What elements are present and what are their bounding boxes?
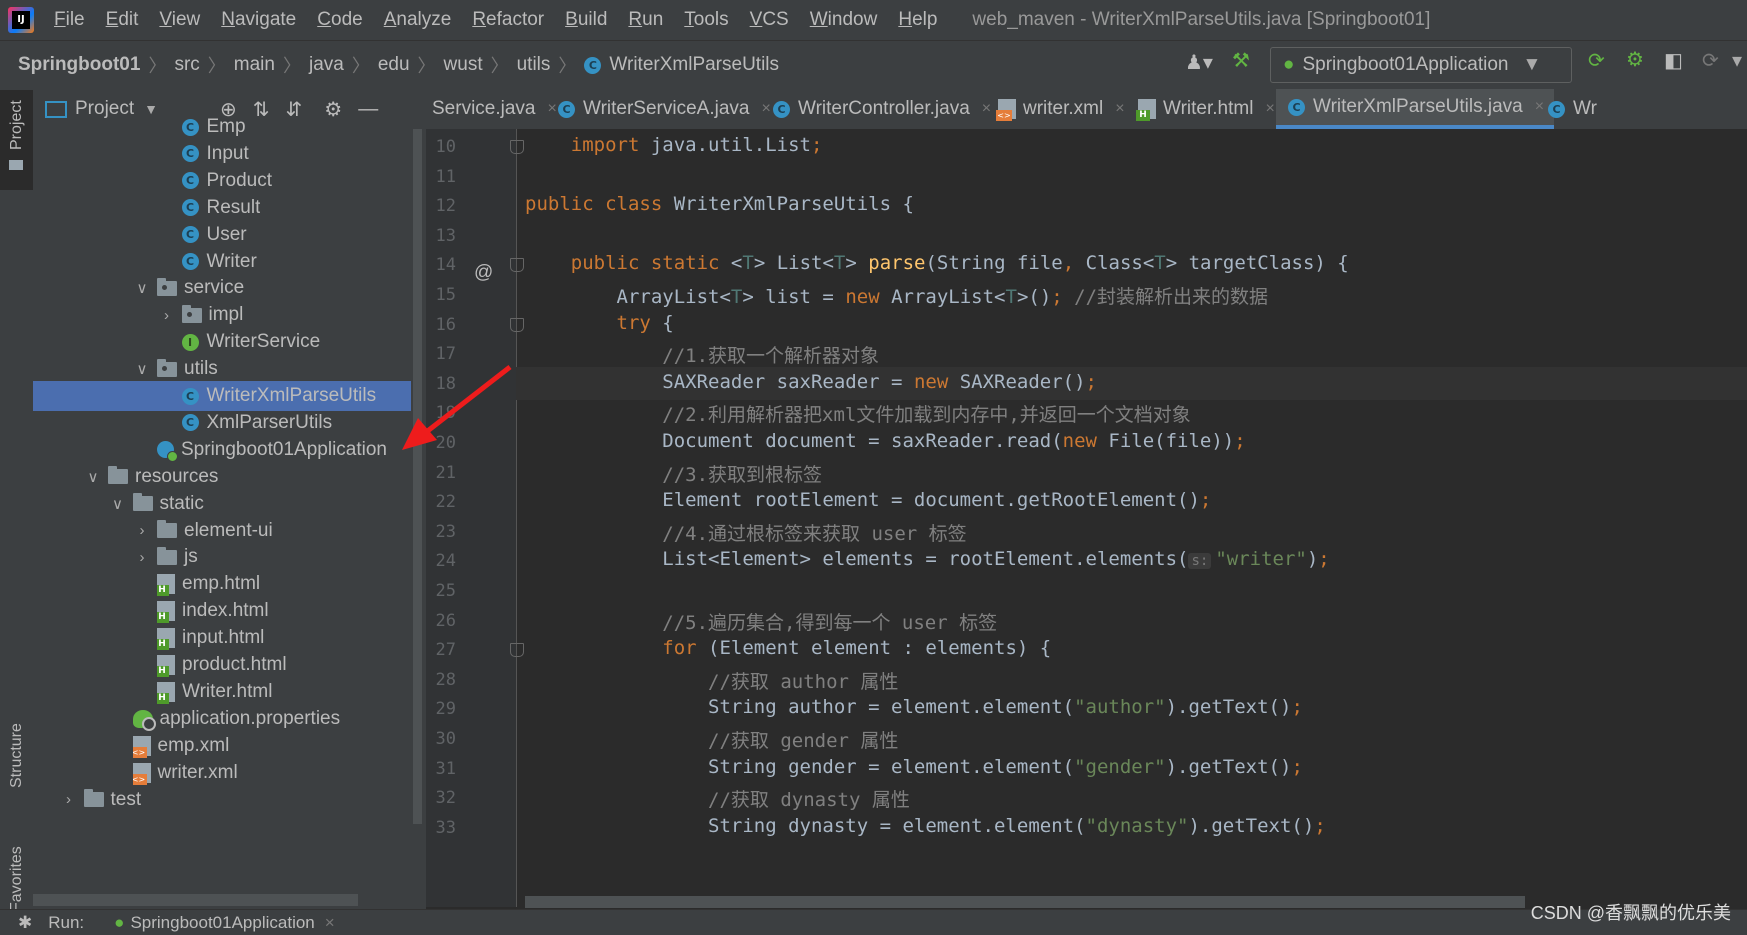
- annotation-arrow: [402, 365, 512, 450]
- watermark: CSDN @香飘飘的优乐美: [1530, 903, 1731, 923]
- close-icon[interactable]: ×: [325, 913, 335, 933]
- spring-boot-icon: ●: [114, 912, 125, 932]
- run-tab-label[interactable]: Springboot01Application: [130, 913, 314, 933]
- pin-icon: ✱: [18, 912, 33, 932]
- bottom-run-bar: ✱ Run: ● Springboot01Application ×: [0, 909, 1747, 935]
- run-label: Run:: [48, 912, 85, 932]
